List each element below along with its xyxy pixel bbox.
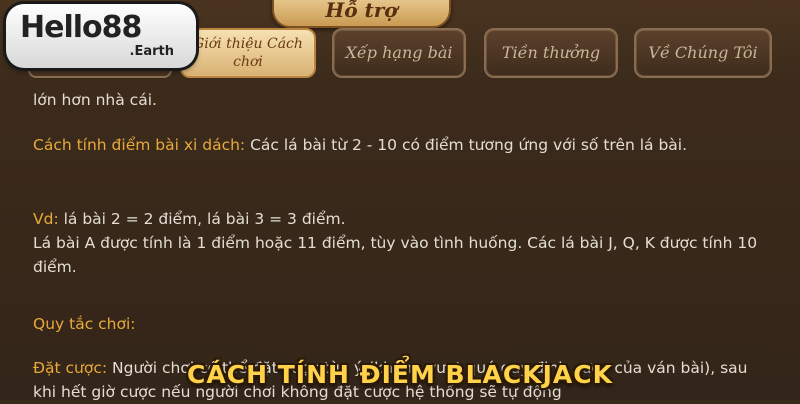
- example-paragraph: Vd: lá bài 2 = 2 điểm, lá bài 3 = 3 điểm…: [33, 207, 773, 231]
- logo-name: Hello88: [20, 10, 142, 45]
- image-caption: CÁCH TÍNH ĐIỂM BLACKJACK: [187, 360, 613, 389]
- example-label: Vd:: [33, 210, 59, 228]
- point-rule-paragraph: Cách tính điểm bài xi dách: Các lá bài t…: [33, 133, 773, 157]
- tab-bonus[interactable]: Tiền thưởng: [484, 28, 618, 78]
- game-window: Hỗ trợ Giới thiệu Cách chơi Xếp hạng bài…: [0, 0, 800, 401]
- brand-logo: Hello88 .Earth: [6, 4, 196, 68]
- example-continued: Lá bài A được tính là 1 điểm hoặc 11 điể…: [33, 234, 758, 276]
- tab-about-us[interactable]: Về Chúng Tôi: [634, 28, 772, 78]
- content-line: lớn hơn nhà cái.: [33, 91, 157, 109]
- point-rule-text: Các lá bài từ 2 - 10 có điểm tương ứng v…: [245, 136, 688, 154]
- rules-heading: Quy tắc chơi:: [33, 315, 136, 333]
- point-rule-label: Cách tính điểm bài xi dách:: [33, 136, 246, 154]
- example-text: lá bài 2 = 2 điểm, lá bài 3 = 3 điểm.: [58, 210, 346, 228]
- tab-introduction[interactable]: Giới thiệu Cách chơi: [180, 28, 316, 78]
- logo-domain: .Earth: [129, 44, 174, 59]
- header-title: Hỗ trợ: [325, 0, 398, 22]
- tab-card-ranking[interactable]: Xếp hạng bài: [332, 28, 466, 78]
